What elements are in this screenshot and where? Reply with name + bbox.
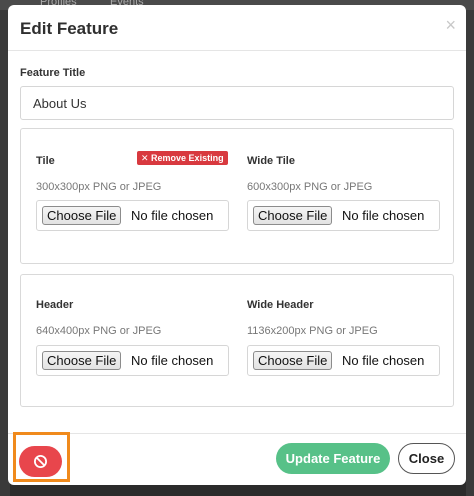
delete-feature-button[interactable] bbox=[19, 446, 62, 477]
wide-header-choose-file-button[interactable]: Choose File bbox=[253, 351, 333, 370]
header-choose-file-button[interactable]: Choose File bbox=[42, 351, 122, 370]
modal-title: Edit Feature bbox=[20, 19, 119, 38]
edit-feature-modal: Edit Feature × Feature Title Tile ✕ Remo… bbox=[8, 5, 466, 485]
wide-tile-file-input[interactable]: Choose File No file chosen bbox=[247, 200, 440, 231]
close-icon[interactable]: × bbox=[445, 15, 456, 35]
wide-header-file-input[interactable]: Choose File No file chosen bbox=[247, 345, 440, 376]
tile-choose-file-button[interactable]: Choose File bbox=[42, 206, 122, 225]
feature-title-input[interactable] bbox=[20, 86, 454, 120]
close-button[interactable]: Close bbox=[398, 443, 455, 474]
wide-header-file-status: No file chosen bbox=[342, 353, 425, 368]
ban-icon bbox=[34, 455, 47, 468]
tile-label: Tile bbox=[36, 155, 55, 167]
tile-images-panel: Tile ✕ Remove Existing 300x300px PNG or … bbox=[20, 128, 454, 264]
feature-title-label: Feature Title bbox=[20, 67, 86, 79]
header-file-input[interactable]: Choose File No file chosen bbox=[36, 345, 229, 376]
wide-tile-choose-file-button[interactable]: Choose File bbox=[253, 206, 333, 225]
wide-tile-file-status: No file chosen bbox=[342, 208, 425, 223]
wide-header-label: Wide Header bbox=[247, 299, 314, 311]
update-feature-button[interactable]: Update Feature bbox=[276, 443, 390, 474]
tile-file-input[interactable]: Choose File No file chosen bbox=[36, 200, 229, 231]
header-file-status: No file chosen bbox=[131, 353, 214, 368]
modal-header: Edit Feature × bbox=[8, 5, 466, 51]
wide-tile-label: Wide Tile bbox=[247, 155, 295, 167]
wide-tile-hint: 600x300px PNG or JPEG bbox=[247, 181, 373, 193]
header-images-panel: Header 640x400px PNG or JPEG Choose File… bbox=[20, 274, 454, 407]
header-hint: 640x400px PNG or JPEG bbox=[36, 325, 162, 337]
background-right-edge bbox=[466, 10, 474, 496]
remove-existing-button[interactable]: ✕ Remove Existing bbox=[137, 151, 228, 165]
wide-header-hint: 1136x200px PNG or JPEG bbox=[247, 325, 378, 337]
tile-hint: 300x300px PNG or JPEG bbox=[36, 181, 162, 193]
header-label: Header bbox=[36, 299, 74, 311]
tile-file-status: No file chosen bbox=[131, 208, 214, 223]
